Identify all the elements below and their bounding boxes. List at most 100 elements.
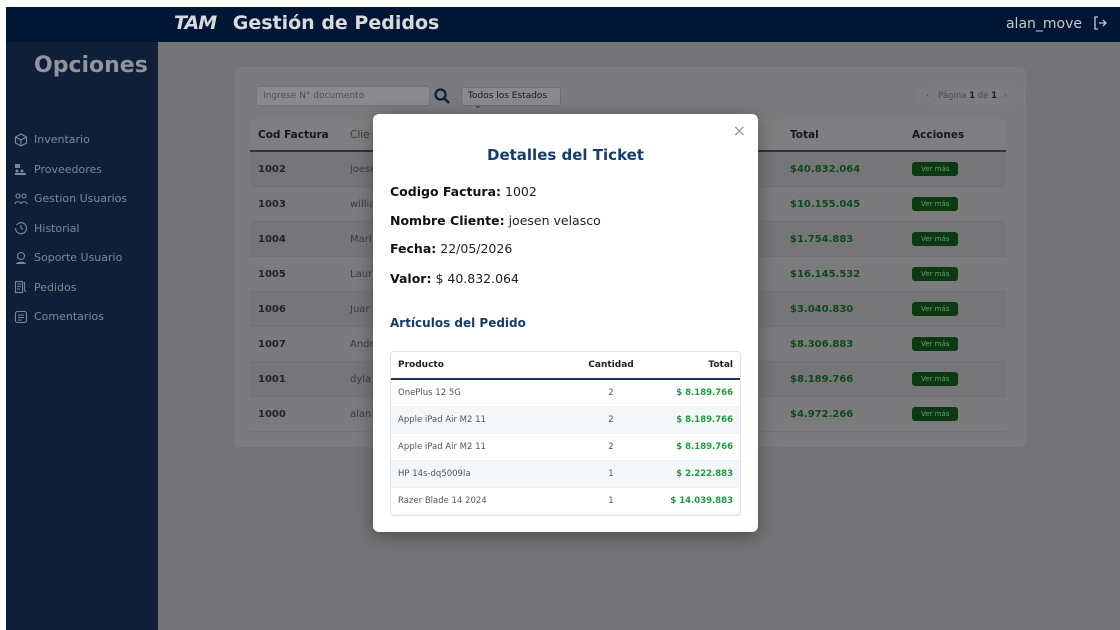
cell-total: $40.832.064 xyxy=(790,163,861,175)
cell-acciones: Ver más xyxy=(896,232,1006,246)
comments-icon xyxy=(14,310,28,323)
sidebar-item-label: Proveedores xyxy=(34,162,102,176)
col-total: Total xyxy=(790,128,819,141)
item-cantidad: 1 xyxy=(608,469,614,479)
item-cantidad: 2 xyxy=(608,388,614,398)
item-total: $ 8.189.766 xyxy=(676,415,733,425)
item-producto: HP 14s-dq5009la xyxy=(398,469,471,479)
cell-total: $8.189.766 xyxy=(790,373,854,385)
ver-mas-button[interactable]: Ver más xyxy=(912,162,959,176)
cell-cod: 1007 xyxy=(258,338,286,350)
cell-acciones: Ver más xyxy=(896,302,1006,316)
cell-cod: 1004 xyxy=(258,233,286,245)
status-filter-select[interactable]: Todos los Estados ⌄ xyxy=(461,87,561,111)
history-icon xyxy=(14,222,27,235)
field-value: $ 40.832.064 xyxy=(435,271,519,286)
field-label: Codigo Factura: xyxy=(390,184,502,199)
page-title: Gestión de Pedidos xyxy=(232,12,440,34)
cell-cod: 1000 xyxy=(258,408,286,420)
cell-total: $4.972.266 xyxy=(790,408,854,420)
item-cantidad: 1 xyxy=(608,496,614,506)
ver-mas-button[interactable]: Ver más xyxy=(912,337,959,351)
item-cantidad: 2 xyxy=(608,415,614,425)
ver-mas-button[interactable]: Ver más xyxy=(912,372,959,386)
ver-mas-button[interactable]: Ver más xyxy=(912,407,959,421)
sidebar-item-label: Inventario xyxy=(34,133,90,147)
top-header: TAM Gestión de Pedidos alan_move xyxy=(6,7,1120,42)
suppliers-icon xyxy=(15,164,26,176)
sidebar-item-inventario[interactable]: Inventario xyxy=(6,125,158,155)
cell-total: $16.145.532 xyxy=(790,268,861,280)
search-icon[interactable] xyxy=(433,87,451,105)
sidebar-title: Opciones xyxy=(34,53,148,78)
prev-page-icon[interactable]: ‹ xyxy=(926,91,929,101)
col-cod: Cod Factura xyxy=(258,128,329,141)
ver-mas-button[interactable]: Ver más xyxy=(912,232,959,246)
next-page-icon[interactable]: › xyxy=(1004,91,1007,101)
item-row: OnePlus 12 5G 2 $ 8.189.766 xyxy=(391,380,740,407)
field-value: 1002 xyxy=(505,184,537,199)
logo: TAM xyxy=(174,12,217,34)
field-fecha: Fecha: 22/05/2026 xyxy=(390,241,512,256)
item-producto: OnePlus 12 5G xyxy=(398,388,461,398)
field-label: Valor: xyxy=(390,271,432,286)
cell-acciones: Ver más xyxy=(896,162,1006,176)
cell-total: $3.040.830 xyxy=(790,303,854,315)
ver-mas-button[interactable]: Ver más xyxy=(912,267,959,281)
sidebar-item-historial[interactable]: Historial xyxy=(6,214,158,244)
close-icon[interactable]: × xyxy=(733,123,746,139)
sidebar-item-label: Pedidos xyxy=(34,280,77,294)
items-col-producto: Producto xyxy=(398,360,444,370)
item-total: $ 2.222.883 xyxy=(676,469,733,479)
cell-cod: 1002 xyxy=(258,163,286,175)
cell-acciones: Ver más xyxy=(896,407,1006,421)
item-row: Apple iPad Air M2 11 2 $ 8.189.766 xyxy=(391,434,740,461)
cell-total: $1.754.883 xyxy=(790,233,854,245)
search-input[interactable]: Ingrese N° documento xyxy=(256,86,430,106)
item-total: $ 14.039.883 xyxy=(670,496,733,506)
sidebar-item-pedidos[interactable]: Pedidos xyxy=(6,273,158,303)
items-col-total: Total xyxy=(708,360,733,370)
field-value: joesen velasco xyxy=(508,213,601,228)
sidebar-item-label: Historial xyxy=(34,221,80,235)
item-row: Apple iPad Air M2 11 2 $ 8.189.766 xyxy=(391,407,740,434)
cell-cod: 1001 xyxy=(258,373,286,385)
item-cantidad: 2 xyxy=(608,442,614,452)
field-label: Nombre Cliente: xyxy=(390,213,505,228)
support-icon xyxy=(16,251,26,264)
users-icon xyxy=(14,193,28,204)
item-total: $ 8.189.766 xyxy=(676,388,733,398)
logout-icon[interactable] xyxy=(1092,15,1108,31)
field-nombre-cliente: Nombre Cliente: joesen velasco xyxy=(390,213,601,228)
sidebar-menu: Inventario Proveedores Gestion Usuarios … xyxy=(6,125,158,332)
sidebar-item-proveedores[interactable]: Proveedores xyxy=(6,155,158,185)
item-producto: Apple iPad Air M2 11 xyxy=(398,442,486,452)
col-acciones: Acciones xyxy=(912,128,965,141)
cell-cod: 1003 xyxy=(258,198,286,210)
items-title: Artículos del Pedido xyxy=(390,316,526,330)
cell-acciones: Ver más xyxy=(896,267,1006,281)
username: alan_move xyxy=(1005,16,1082,32)
sidebar-item-gestion-usuarios[interactable]: Gestion Usuarios xyxy=(6,184,158,214)
sidebar-item-soporte-usuario[interactable]: Soporte Usuario xyxy=(6,243,158,273)
ver-mas-button[interactable]: Ver más xyxy=(912,302,959,316)
items-body: OnePlus 12 5G 2 $ 8.189.766 Apple iPad Air … xyxy=(391,380,740,515)
status-filter-value: Todos los Estados xyxy=(468,91,548,101)
items-header: Producto Cantidad Total xyxy=(391,352,740,380)
items-col-cantidad: Cantidad xyxy=(588,360,634,370)
items-table: Producto Cantidad Total OnePlus 12 5G 2 $ … xyxy=(390,351,741,516)
field-valor: Valor: $ 40.832.064 xyxy=(390,271,519,286)
ver-mas-button[interactable]: Ver más xyxy=(912,197,959,211)
item-producto: Razer Blade 14 2024 xyxy=(398,496,487,506)
field-value: 22/05/2026 xyxy=(440,241,513,256)
pager-current: 1 xyxy=(969,91,976,101)
cell-total: $8.306.883 xyxy=(790,338,854,350)
pager-total: 1 xyxy=(991,91,997,101)
pager-mid: de xyxy=(977,91,989,101)
brand: TAM Gestión de Pedidos xyxy=(174,12,439,34)
field-label: Fecha: xyxy=(390,241,437,256)
pagination[interactable]: ‹ Página 1 de 1 › xyxy=(916,86,1026,106)
pager-prefix: Página xyxy=(938,91,967,101)
sidebar-item-comentarios[interactable]: Comentarios xyxy=(6,302,158,332)
orders-icon xyxy=(14,281,27,294)
